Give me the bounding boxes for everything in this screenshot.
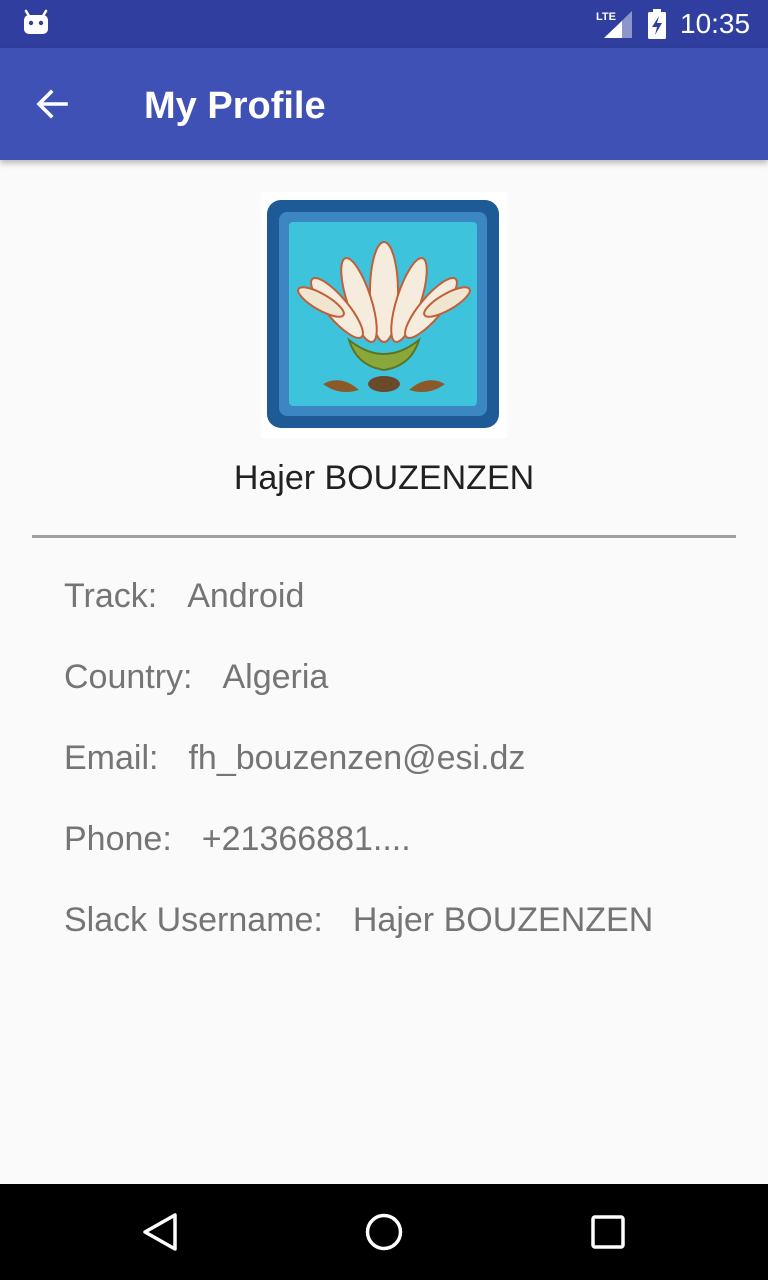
battery-charging-icon	[648, 9, 666, 39]
android-icon	[24, 9, 48, 34]
phone-label: Phone:	[64, 820, 172, 858]
arrow-back-icon	[36, 89, 68, 119]
track-label: Track:	[64, 577, 158, 615]
page-title: My Profile	[144, 85, 326, 127]
nav-back-button[interactable]	[128, 1204, 192, 1260]
email-value: fh_bouzenzen@esi.dz	[188, 739, 526, 777]
phone-row: Phone: +21366881....	[64, 817, 411, 861]
svg-text:LTE: LTE	[596, 11, 616, 23]
slack-value: Hajer BOUZENZEN	[352, 901, 654, 939]
nav-back-icon	[143, 1213, 177, 1251]
nav-home-icon	[365, 1213, 403, 1251]
nav-home-button[interactable]	[352, 1204, 416, 1260]
nav-recents-icon	[591, 1215, 625, 1249]
profile-content: Hajer BOUZENZEN Track: Android Country: Al…	[0, 160, 768, 1184]
back-button[interactable]	[24, 80, 88, 128]
avatar	[261, 192, 507, 438]
app-bar: My Profile	[0, 48, 768, 160]
divider	[32, 535, 736, 538]
email-label: Email:	[64, 739, 159, 777]
navigation-bar	[0, 1184, 768, 1280]
track-row: Track: Android	[64, 574, 304, 618]
phone-value: +21366881....	[201, 820, 411, 858]
profile-name: Hajer BOUZENZEN	[233, 459, 535, 497]
country-row: Country: Algeria	[64, 655, 328, 699]
email-row: Email: fh_bouzenzen@esi.dz	[64, 736, 525, 780]
status-bar: LTE 10:35	[0, 0, 768, 48]
nav-recents-button[interactable]	[576, 1204, 640, 1260]
track-value: Android	[187, 577, 305, 615]
country-label: Country:	[64, 658, 193, 696]
slack-row: Slack Username: Hajer BOUZENZEN	[64, 898, 653, 942]
country-value: Algeria	[222, 658, 329, 696]
slack-label: Slack Username:	[64, 901, 323, 939]
status-time: 10:35	[680, 8, 751, 39]
lte-signal-icon: LTE	[596, 11, 632, 38]
